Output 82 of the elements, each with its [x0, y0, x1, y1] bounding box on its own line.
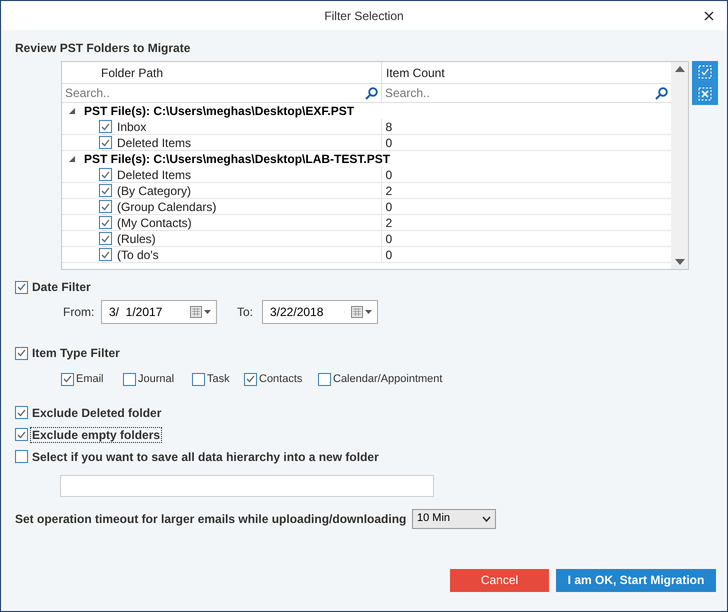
- folder-name-field[interactable]: [60, 474, 434, 496]
- checkbox-label[interactable]: Item Type Filter: [32, 344, 120, 362]
- column-header[interactable]: Item Count: [382, 62, 671, 83]
- item-count: 0: [386, 198, 392, 216]
- search-field[interactable]: Search..: [385, 84, 585, 102]
- check-icon: [17, 283, 26, 291]
- folder-name: (My Contacts): [117, 214, 192, 232]
- folder-name: Inbox: [117, 118, 146, 136]
- check-all-icon: [698, 65, 712, 79]
- check-icon: [63, 375, 72, 384]
- item-count: 8: [386, 118, 392, 136]
- checkbox[interactable]: [99, 120, 112, 133]
- checkbox[interactable]: [15, 428, 28, 441]
- check-icon: [17, 430, 26, 438]
- checkbox[interactable]: [318, 372, 331, 386]
- from-label: From:: [63, 304, 96, 321]
- checkbox-label[interactable]: Exclude empty folders: [30, 426, 162, 442]
- timeout-label: Set operation timeout for larger emails while uploading/downloading: [15, 510, 408, 528]
- checkbox[interactable]: [99, 136, 112, 149]
- collapse-arrow-icon[interactable]: [68, 155, 76, 163]
- section-title: Review PST Folders to Migrate: [15, 40, 192, 57]
- checkbox-label[interactable]: Email: [76, 371, 104, 388]
- to-label: To:: [237, 304, 254, 321]
- checkbox[interactable]: [15, 450, 28, 463]
- folder-name: (To do's: [117, 246, 159, 264]
- checkbox-label[interactable]: Exclude Deleted folder: [30, 404, 164, 420]
- date-field[interactable]: 3/22/2018: [262, 300, 378, 324]
- checkbox[interactable]: [99, 200, 112, 213]
- deselect-all-button[interactable]: [692, 83, 718, 105]
- item-count: 0: [386, 166, 392, 184]
- checkbox-label[interactable]: Calendar/Appointment: [333, 371, 442, 388]
- timeout-dropdown[interactable]: 10 Min: [412, 508, 496, 528]
- calendar-dropdown-icon[interactable]: [190, 306, 212, 318]
- close-icon[interactable]: [704, 11, 714, 21]
- select-all-button[interactable]: [692, 61, 718, 83]
- search-field[interactable]: Search..: [65, 84, 265, 102]
- checkbox-label[interactable]: Task: [207, 371, 230, 388]
- column-header[interactable]: Folder Path: [62, 62, 382, 83]
- search-icon[interactable]: [655, 86, 668, 100]
- checkbox[interactable]: [15, 406, 28, 419]
- item-count: 2: [386, 214, 392, 232]
- checkbox[interactable]: [192, 372, 205, 386]
- uncheck-all-icon: [698, 87, 712, 101]
- scrollbar[interactable]: [671, 62, 688, 269]
- checkbox[interactable]: [99, 216, 112, 229]
- folder-name: Deleted Items: [117, 166, 192, 184]
- check-icon: [246, 375, 255, 384]
- calendar-dropdown-icon[interactable]: [351, 306, 373, 318]
- checkbox[interactable]: [15, 346, 28, 360]
- checkbox[interactable]: [244, 372, 257, 386]
- checkbox[interactable]: [99, 248, 112, 261]
- folder-name: (Group Calendars): [117, 198, 216, 216]
- folder-name: Deleted Items: [117, 134, 192, 152]
- item-count: 0: [386, 230, 392, 248]
- scroll-up-icon[interactable]: [674, 66, 684, 72]
- checkbox[interactable]: [99, 184, 112, 197]
- checkbox-label[interactable]: Date Filter: [32, 278, 91, 296]
- checkbox[interactable]: [61, 372, 74, 386]
- chevron-down-icon: [482, 516, 491, 522]
- group-header: PST File(s): C:\Users\meghas\Desktop\LAB-TEST.PST: [84, 151, 390, 168]
- checkbox-label[interactable]: Journal: [138, 371, 174, 388]
- folder-name: (Rules): [117, 230, 156, 248]
- item-count: 0: [386, 134, 392, 152]
- cancel-button[interactable]: Cancel: [450, 568, 549, 592]
- checkbox[interactable]: [99, 168, 112, 181]
- checkbox-label[interactable]: Contacts: [259, 371, 302, 388]
- date-field[interactable]: 3/ 1/2017: [101, 300, 217, 324]
- search-icon[interactable]: [365, 86, 378, 100]
- check-icon: [17, 349, 26, 357]
- checkbox[interactable]: [15, 280, 28, 294]
- item-count: 2: [386, 182, 392, 200]
- checkbox[interactable]: [99, 232, 112, 245]
- checkbox[interactable]: [123, 372, 136, 386]
- checkbox-label[interactable]: Select if you want to save all data hierarchy into a new folder: [30, 448, 381, 464]
- window-title: Filter Selection: [324, 8, 404, 24]
- folder-name: (By Category): [117, 182, 192, 200]
- start-migration-button[interactable]: I am OK, Start Migration: [556, 568, 716, 592]
- scroll-down-icon[interactable]: [674, 259, 684, 265]
- group-header: PST File(s): C:\Users\meghas\Desktop\EXF.PST: [84, 103, 354, 120]
- check-icon: [17, 408, 26, 416]
- item-count: 0: [386, 246, 392, 264]
- collapse-arrow-icon[interactable]: [68, 107, 76, 115]
